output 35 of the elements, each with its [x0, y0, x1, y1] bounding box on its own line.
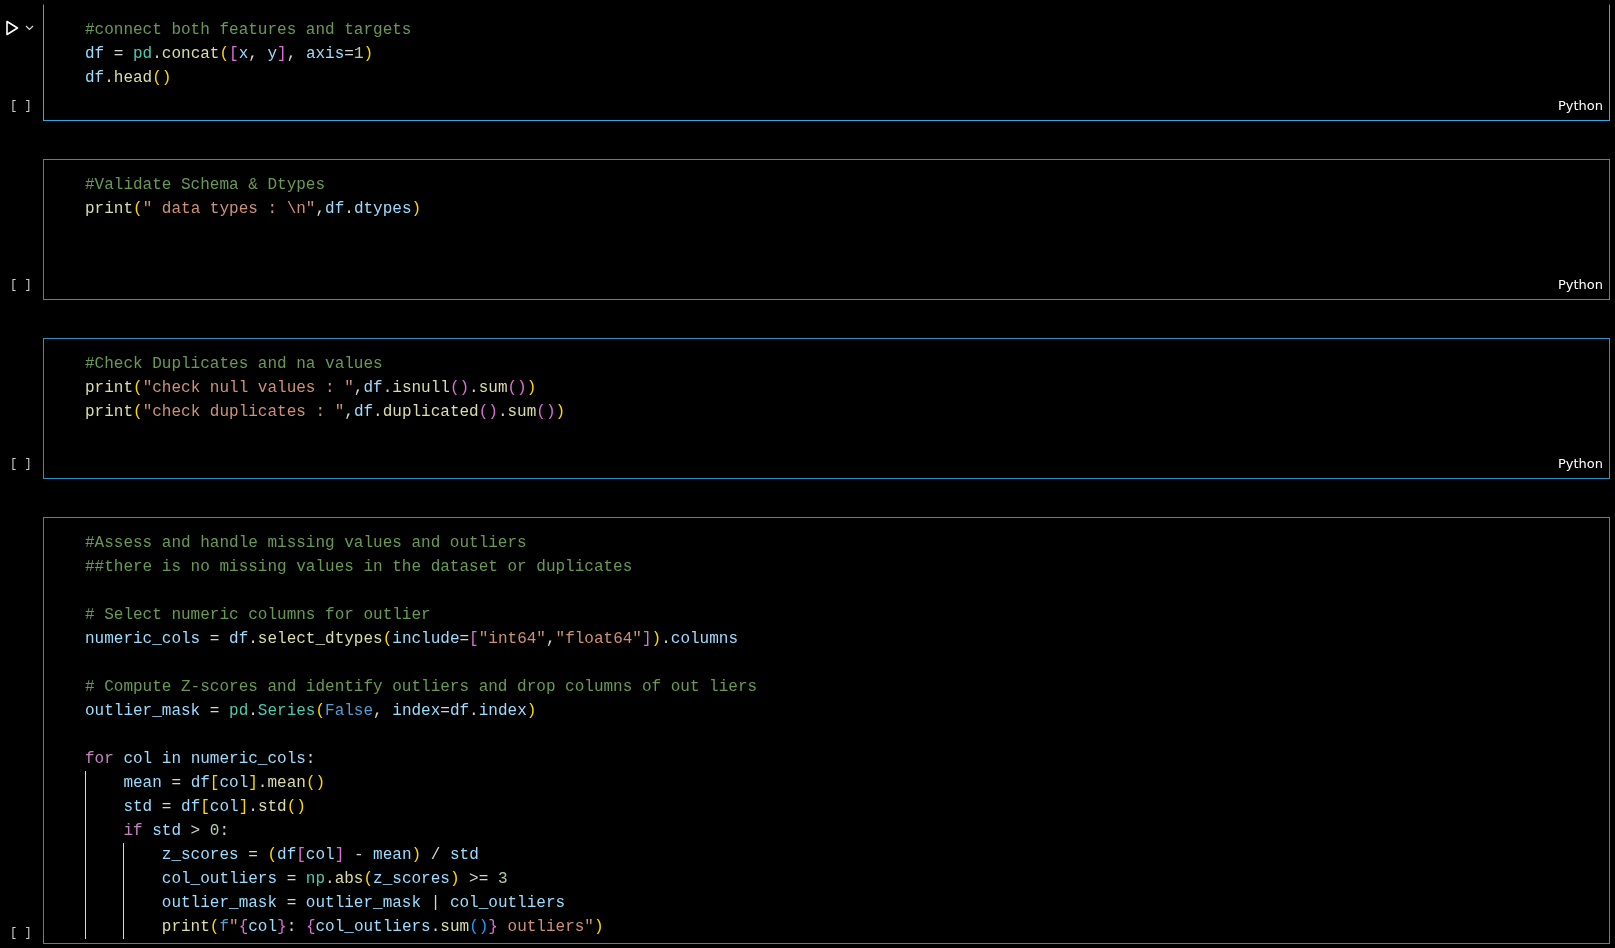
code-line: print("check null values : ",df.isnull().sum())	[85, 378, 537, 399]
code-line: #Assess and handle missing values and outliers	[85, 533, 527, 554]
code-line: df = pd.concat([x, y], axis=1)	[85, 44, 374, 65]
code-line: for col in numeric_cols:	[85, 749, 316, 770]
code-line: outlier_mask = outlier_mask | col_outliers	[161, 893, 566, 914]
code-line: #Validate Schema & Dtypes	[85, 175, 326, 196]
code-line: numeric_cols = df.select_dtypes(include=["int64","float64"]).columns	[85, 629, 738, 650]
code-cell[interactable]: #Check Duplicates and na values print("check null values : ",df.isnull().sum()) print("check duplicates : ",df.duplicated().sum()) Python	[43, 338, 1610, 479]
execution-count: [ ]	[10, 278, 32, 292]
language-label[interactable]: Python	[1557, 97, 1603, 113]
code-line: print(" data types : \n",df.dtypes)	[85, 199, 422, 220]
code-line: print(f"{col}: {col_outliers.sum()} outliers")	[161, 917, 604, 938]
language-label[interactable]: Python	[1557, 455, 1603, 471]
code-cell[interactable]	[43, 517, 1610, 944]
code-line: if std > 0:	[123, 821, 230, 842]
code-cell[interactable]: #connect both features and targets df = pd.concat([x, y], axis=1) df.head() Python	[43, 4, 1610, 121]
code-line: mean = df[col].mean()	[123, 773, 326, 794]
code-line: # Compute Z-scores and identify outliers and drop columns of out liers	[85, 677, 758, 698]
language-label[interactable]: Python	[1557, 276, 1603, 292]
code-line: #connect both features and targets	[85, 20, 412, 41]
run-icon[interactable]	[5, 20, 19, 36]
code-line: #Check Duplicates and na values	[85, 354, 383, 375]
code-line: ##there is no missing values in the dataset or duplicates	[85, 557, 633, 578]
execution-count: [ ]	[10, 457, 32, 471]
code-line: outlier_mask = pd.Series(False, index=df.index)	[85, 701, 537, 722]
code-line: # Select numeric columns for outlier	[85, 605, 431, 626]
execution-count: [ ]	[10, 99, 32, 113]
code-cell[interactable]: #Validate Schema & Dtypes print(" data types : \n",df.dtypes) Python	[43, 159, 1610, 300]
execution-count: [ ]	[10, 926, 32, 940]
code-line: z_scores = (df[col] - mean) / std	[161, 845, 479, 866]
code-line: col_outliers = np.abs(z_scores) >= 3	[161, 869, 508, 890]
chevron-icon[interactable]	[25, 25, 34, 31]
code-line: print("check duplicates : ",df.duplicated().sum())	[85, 402, 566, 423]
code-line: std = df[col].std()	[123, 797, 306, 818]
code-line: df.head()	[85, 68, 172, 89]
